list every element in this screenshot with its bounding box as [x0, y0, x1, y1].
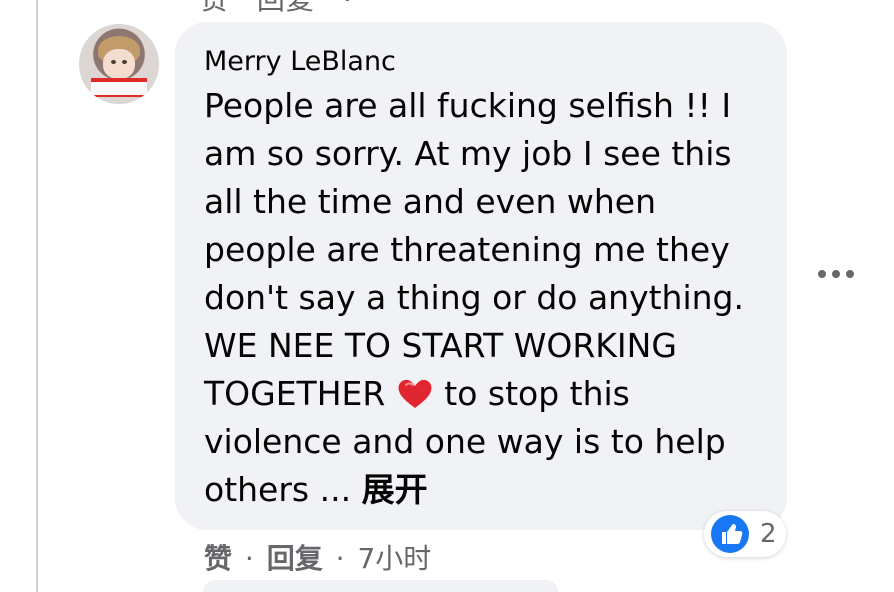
previous-like-action[interactable]: 赞 [200, 0, 229, 16]
profile-avatar[interactable] [79, 24, 159, 104]
like-action[interactable]: 赞 [204, 542, 232, 575]
more-dot-3 [846, 270, 854, 278]
avatar-right-eye [122, 60, 127, 64]
previous-comment-actions: 赞 回复 · [200, 0, 371, 18]
comment-timestamp[interactable]: 7小时 [357, 542, 431, 575]
reaction-count: 2 [760, 519, 777, 549]
comment-author[interactable]: Merry LeBlanc [204, 46, 396, 77]
thumbs-up-icon-glyph [722, 523, 743, 544]
reply-action[interactable]: 回复 [267, 542, 323, 575]
more-dot-1 [818, 270, 826, 278]
previous-reply-action[interactable]: 回复 [257, 0, 315, 16]
expand-comment-button[interactable]: 展开 [362, 470, 428, 509]
thread-line [36, 0, 38, 592]
more-options-icon[interactable] [818, 264, 858, 284]
more-dot-2 [832, 270, 840, 278]
avatar-left-eye [111, 60, 116, 64]
red-heart-emoji-icon [398, 379, 432, 408]
comment-text-part-1: People are all fucking selfish !! I am s… [204, 86, 755, 413]
action-separator-1: · [244, 542, 254, 575]
avatar-badge [91, 78, 147, 97]
thumbs-up-icon [711, 515, 749, 553]
action-separator-2: · [335, 542, 345, 575]
avatar-face [103, 49, 135, 79]
comment-bubble: Merry LeBlanc People are all fucking sel… [175, 22, 787, 530]
previous-meta-separator: · [343, 0, 353, 16]
reaction-summary[interactable]: 2 [704, 511, 786, 557]
next-comment-bubble-edge [203, 580, 558, 592]
comment-actions: 赞 · 回复 · 7小时 [204, 537, 431, 577]
comment-text: People are all fucking selfish !! I am s… [204, 82, 764, 514]
